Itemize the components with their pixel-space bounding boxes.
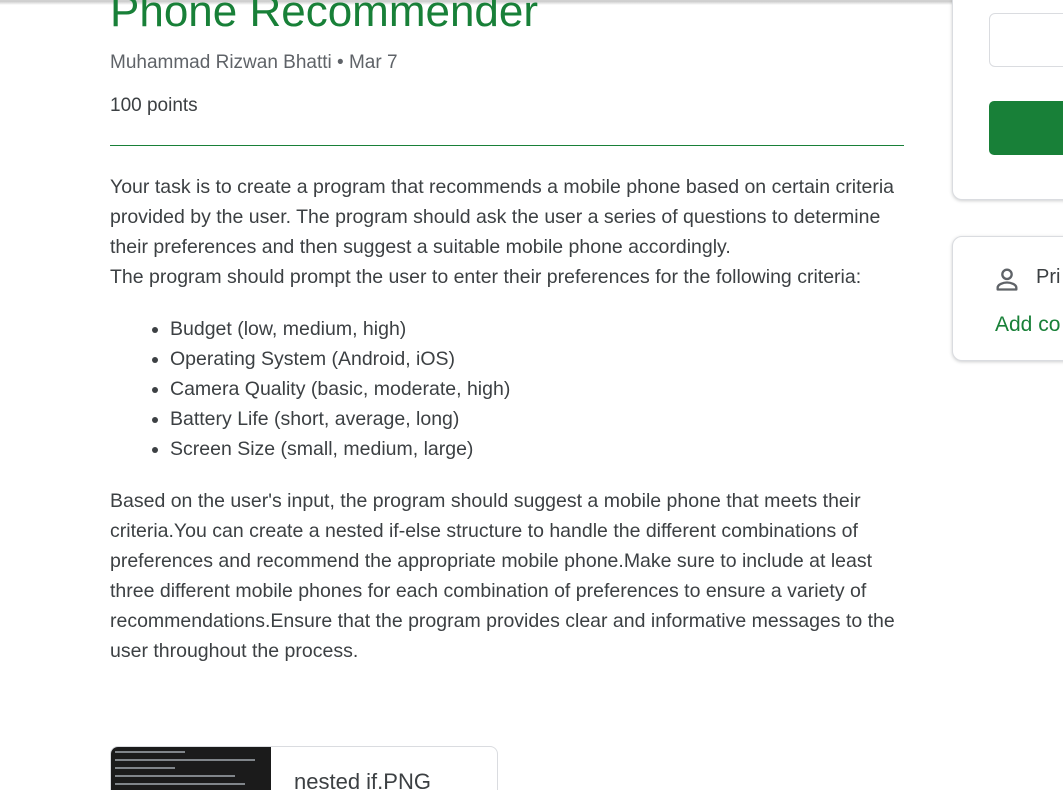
criteria-item: Battery Life (short, average, long) xyxy=(170,404,905,434)
post-date: Mar 7 xyxy=(348,52,398,73)
description-prompt: The program should prompt the user to en… xyxy=(110,266,862,288)
assignment-description: Your task is to create a program that re… xyxy=(110,172,905,666)
person-icon xyxy=(996,268,1018,291)
submit-button[interactable] xyxy=(989,101,1063,155)
criteria-list: Budget (low, medium, high) Operating Sys… xyxy=(110,314,905,464)
description-intro: Your task is to create a program that re… xyxy=(110,176,895,258)
criteria-item: Budget (low, medium, high) xyxy=(170,314,905,344)
meta-separator: • xyxy=(337,52,344,73)
add-comment-link[interactable]: Add co xyxy=(995,313,1060,337)
assignment-title: Phone Recommender xyxy=(110,0,539,36)
assignment-points: 100 points xyxy=(110,95,198,116)
assignment-meta: Muhammad Rizwan Bhatti • Mar 7 xyxy=(110,52,398,74)
criteria-item: Operating System (Android, iOS) xyxy=(170,344,905,374)
work-input-box[interactable] xyxy=(989,13,1063,67)
attachment-thumbnail xyxy=(111,747,271,790)
title-divider xyxy=(110,145,904,146)
criteria-item: Camera Quality (basic, moderate, high) xyxy=(170,374,905,404)
private-comments-card: Pri Add co xyxy=(952,236,1063,361)
attachment-card[interactable]: nested if.PNG xyxy=(110,746,498,790)
description-closing: Based on the user's input, the program s… xyxy=(110,490,895,662)
author-name: Muhammad Rizwan Bhatti xyxy=(110,52,332,73)
attachment-filename: nested if.PNG xyxy=(294,769,431,790)
your-work-card xyxy=(952,0,1063,200)
private-comments-label: Pri xyxy=(1036,266,1061,288)
criteria-item: Screen Size (small, medium, large) xyxy=(170,434,905,464)
